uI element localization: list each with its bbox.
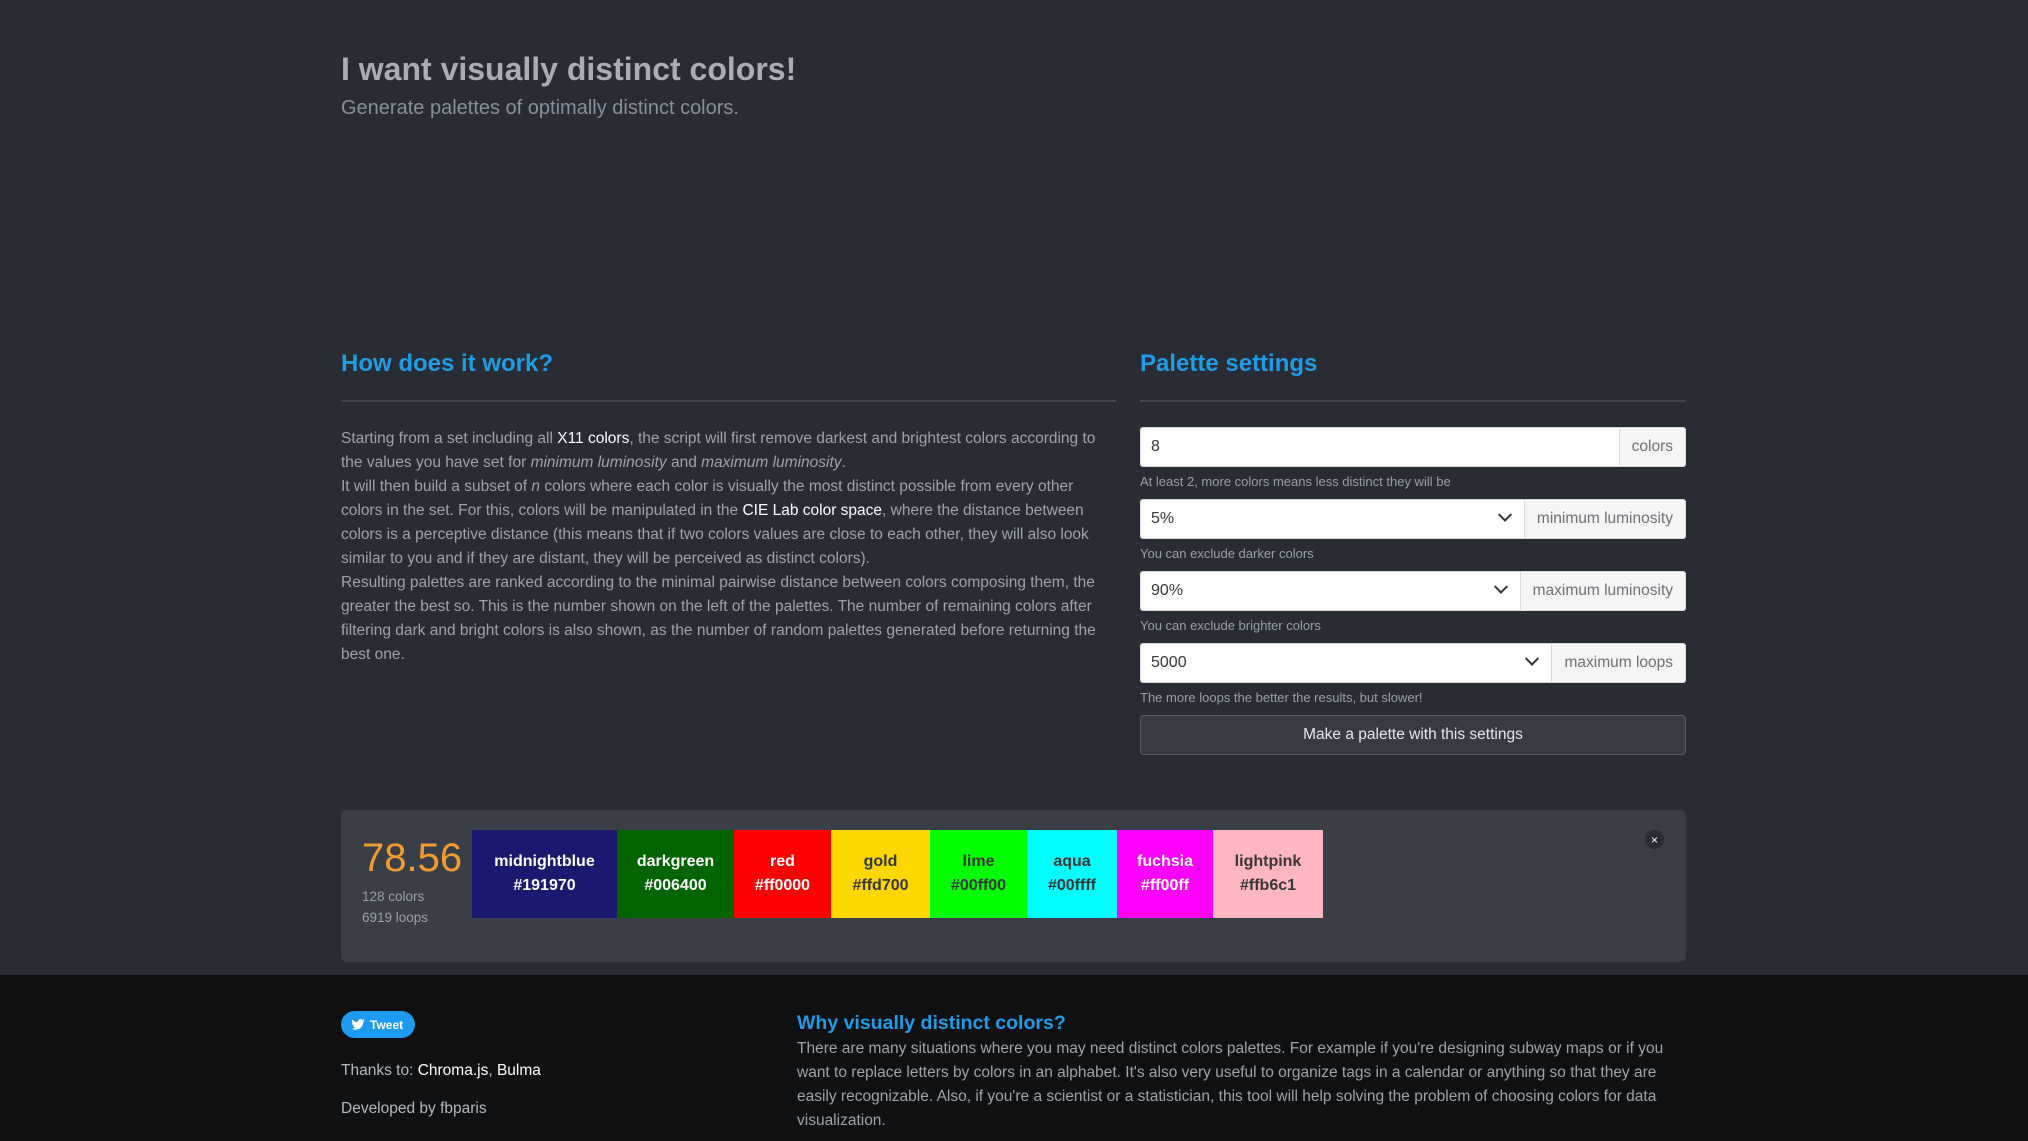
swatch-name: fuchsia [1136, 853, 1193, 870]
swatch-name: aqua [1053, 853, 1091, 870]
max-luminosity-select[interactable]: 90% [1140, 570, 1521, 611]
swatch-hex: #006400 [644, 877, 707, 894]
about-text: Starting from a set including all X11 co… [341, 427, 1116, 667]
score-block: 78.56 128 colors 6919 loops [362, 838, 462, 928]
chevron-down-icon [1497, 507, 1512, 522]
swatch-name: lime [962, 853, 995, 870]
about-text-fragment: Resulting palettes are ranked according … [341, 573, 1096, 663]
footer-left: Tweet Thanks to: Chroma.js, Bulma Develo… [341, 1011, 541, 1118]
swatch-name: lightpink [1234, 853, 1302, 870]
about-text-fragment: and [666, 453, 702, 471]
swatch-name: gold [863, 853, 898, 870]
about-emphasis: maximum luminosity [701, 453, 842, 471]
thanks-separator: , [488, 1062, 497, 1079]
x11-colors-link[interactable]: X11 colors [557, 430, 629, 447]
colors-input-value: 8 [1151, 437, 1160, 455]
cie-lab-link[interactable]: CIE Lab color space [742, 502, 882, 519]
make-palette-button[interactable]: Make a palette with this settings [1140, 714, 1686, 755]
palette-score: 78.56 [362, 836, 463, 880]
settings-column: Palette settings 8 colors At least 2, mo… [1140, 350, 1686, 755]
about-text-fragment: It will then build a subset of [341, 477, 532, 495]
palette-result: 78.56 128 colors 6919 loops midnightblue… [341, 810, 1686, 962]
colors-field: 8 colors [1140, 426, 1686, 467]
swatch-hex: #ffd700 [852, 877, 909, 894]
palette-meta: 128 colors 6919 loops [362, 886, 462, 928]
max-luminosity-field: 90% maximum luminosity [1140, 570, 1686, 611]
chevron-down-icon [1493, 579, 1508, 594]
max-loops-value: 5000 [1151, 653, 1187, 671]
min-luminosity-help: You can exclude darker colors [1140, 545, 1314, 561]
color-swatch[interactable]: lime #00ff00 [930, 830, 1027, 918]
swatch-name: darkgreen [636, 853, 715, 870]
about-emphasis: minimum luminosity [530, 453, 667, 471]
palette-settings-form: 8 colors At least 2, more colors means l… [1140, 426, 1686, 755]
color-swatch[interactable]: red #ff0000 [734, 830, 831, 918]
about-column: How does it work? Starting from a set in… [341, 350, 1116, 755]
chevron-down-icon [1525, 651, 1540, 666]
max-loops-select[interactable]: 5000 [1140, 642, 1553, 683]
color-swatch[interactable]: fuchsia #ff00ff [1117, 830, 1213, 918]
min-luminosity-field: 5% minimum luminosity [1140, 498, 1686, 539]
max-luminosity-value: 90% [1151, 581, 1184, 599]
settings-title: Palette settings [1140, 350, 1686, 402]
hero: I want visually distinct colors! Generat… [341, 51, 1686, 120]
color-swatch[interactable]: midnightblue #191970 [472, 830, 617, 918]
swatch-hex: #00ffff [1047, 877, 1096, 894]
bulma-link[interactable]: Bulma [497, 1062, 541, 1079]
developed-by: Developed by fbparis [341, 1100, 487, 1117]
color-swatch[interactable]: aqua #00ffff [1027, 830, 1117, 918]
thanks-prefix: Thanks to: [341, 1062, 418, 1079]
max-luminosity-addon: maximum luminosity [1520, 570, 1686, 611]
close-icon[interactable]: × [1645, 830, 1664, 849]
colors-count: 128 colors [362, 889, 425, 904]
why-text: There are many situations where you may … [797, 1040, 1664, 1129]
min-luminosity-value: 5% [1151, 509, 1175, 527]
about-text-fragment: . [841, 453, 846, 471]
colors-addon: colors [1619, 426, 1686, 467]
footer: Tweet Thanks to: Chroma.js, Bulma Develo… [0, 975, 2028, 1141]
color-swatch[interactable]: darkgreen #006400 [617, 830, 734, 918]
why-title: Why visually distinct colors? [797, 1012, 1066, 1034]
loops-count: 6919 loops [362, 910, 429, 925]
min-luminosity-select[interactable]: 5% [1140, 498, 1525, 539]
max-loops-addon: maximum loops [1552, 642, 1686, 683]
tweet-label: Tweet [370, 1017, 404, 1032]
colors-help: At least 2, more colors means less disti… [1140, 473, 1451, 489]
tweet-button[interactable]: Tweet [341, 1011, 416, 1038]
about-emphasis: n [531, 477, 541, 495]
swatch-hex: #ffb6c1 [1239, 877, 1297, 894]
swatch-hex: #191970 [513, 877, 576, 894]
page-title: I want visually distinct colors! [341, 51, 797, 87]
thanks-line: Thanks to: Chroma.js, Bulma [341, 1062, 541, 1080]
main-columns: How does it work? Starting from a set in… [341, 350, 1686, 755]
swatch-hex: #00ff00 [950, 877, 1007, 894]
chromajs-link[interactable]: Chroma.js [418, 1062, 489, 1079]
swatch-list: midnightblue #191970 darkgreen #006400 red #f… [472, 830, 1323, 918]
swatch-hex: #ff00ff [1140, 877, 1189, 894]
colors-input[interactable]: 8 [1140, 426, 1620, 467]
max-loops-help: The more loops the better the results, b… [1140, 689, 1423, 705]
swatch-name: midnightblue [494, 853, 595, 870]
color-swatch[interactable]: gold #ffd700 [831, 830, 930, 918]
color-swatch[interactable]: lightpink #ffb6c1 [1213, 830, 1323, 918]
swatch-name: red [770, 853, 795, 870]
footer-right: Why visually distinct colors? There are … [797, 1012, 1686, 1133]
min-luminosity-addon: minimum luminosity [1524, 498, 1686, 539]
swatch-hex: #ff0000 [754, 877, 811, 894]
about-title: How does it work? [341, 350, 1116, 402]
max-luminosity-help: You can exclude brighter colors [1140, 617, 1321, 633]
page-subtitle: Generate palettes of optimally distinct … [341, 97, 739, 120]
about-text-fragment: Starting from a set including all [341, 429, 558, 447]
twitter-bird-icon [351, 1019, 365, 1030]
max-loops-field: 5000 maximum loops [1140, 642, 1686, 683]
